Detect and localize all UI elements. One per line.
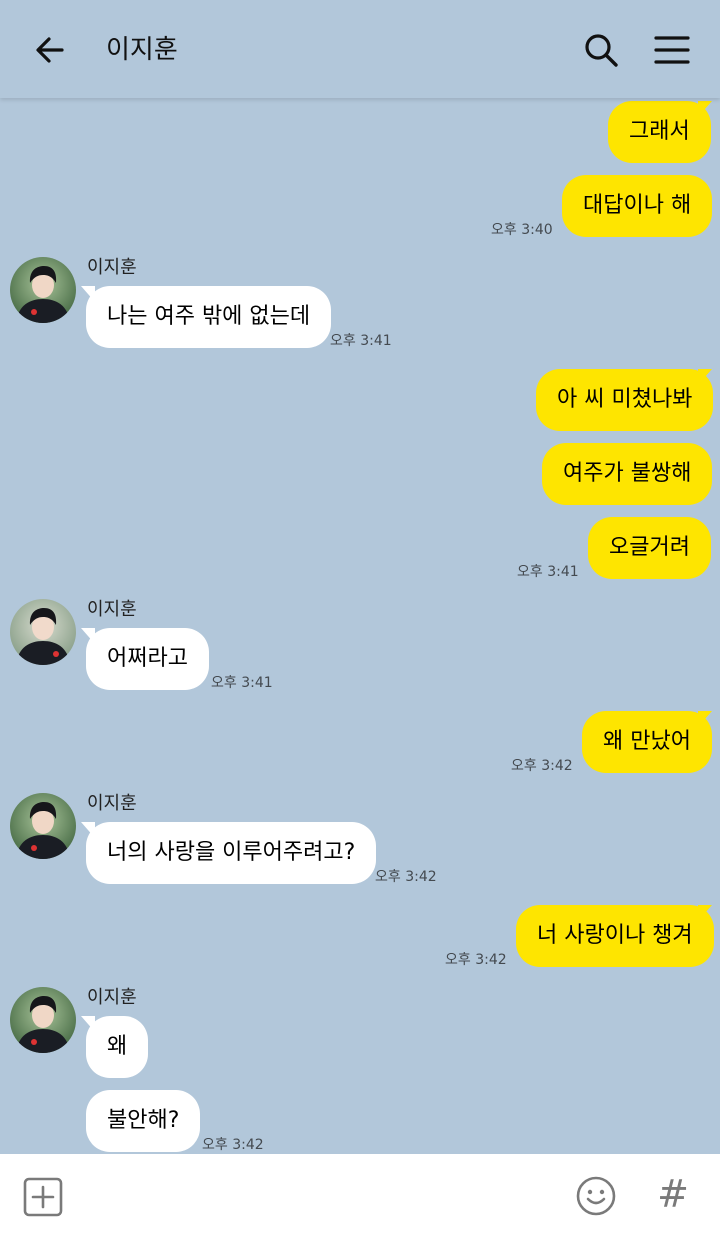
arrow-left-icon[interactable]	[30, 30, 70, 70]
smiley-icon[interactable]	[574, 1174, 618, 1218]
my-message-bubble[interactable]: 왜 만났어	[582, 711, 712, 773]
chat-title: 이지훈	[106, 35, 178, 65]
message-text: 너의 사랑을 이루어주려고?	[107, 840, 356, 865]
my-message-bubble[interactable]: 그래서	[608, 101, 711, 163]
hamburger-menu-icon[interactable]	[652, 30, 692, 70]
avatar[interactable]	[10, 793, 76, 859]
their-message-bubble[interactable]: 너의 사랑을 이루어주려고?	[86, 822, 377, 884]
message-text: 불안해?	[107, 1108, 180, 1133]
search-icon[interactable]	[581, 30, 621, 70]
plus-square-icon[interactable]	[22, 1176, 64, 1218]
message-time: 오후 3:42	[445, 952, 507, 968]
my-message-bubble[interactable]: 여주가 불쌍해	[542, 443, 713, 505]
my-message-bubble[interactable]: 아 씨 미쳤나봐	[536, 369, 714, 431]
message-time: 오후 3:42	[202, 1137, 264, 1153]
sender-name: 이지훈	[87, 987, 137, 1008]
message-time: 오후 3:42	[375, 869, 437, 885]
message-text: 나는 여주 밖에 없는데	[107, 304, 311, 329]
my-message-bubble[interactable]: 대답이나 해	[562, 175, 713, 237]
input-bar[interactable]: #	[0, 1154, 720, 1238]
message-text: 어쩌라고	[107, 646, 188, 671]
sender-name: 이지훈	[87, 599, 137, 620]
message-time: 오후 3:41	[517, 564, 579, 580]
their-message-bubble[interactable]: 불안해?	[86, 1090, 201, 1152]
chat-header: 이지훈	[0, 0, 720, 98]
their-message-bubble[interactable]: 어쩌라고	[86, 628, 209, 690]
my-message-bubble[interactable]: 오글거려	[588, 517, 711, 579]
their-message-bubble[interactable]: 나는 여주 밖에 없는데	[86, 286, 332, 348]
message-text: 왜	[107, 1034, 128, 1059]
message-list[interactable]: 그래서 대답이나 해 오후 3:40 이지훈 나는 여주 밖에 없는데 오후 3…	[0, 98, 720, 1154]
message-text: 너 사랑이나 챙겨	[537, 923, 693, 948]
avatar[interactable]	[10, 599, 76, 665]
message-text: 아 씨 미쳤나봐	[557, 387, 693, 412]
message-text: 왜 만났어	[603, 729, 691, 754]
message-time: 오후 3:41	[330, 333, 392, 349]
message-text: 오글거려	[609, 535, 690, 560]
message-text: 여주가 불쌍해	[563, 461, 692, 486]
my-message-bubble[interactable]: 너 사랑이나 챙겨	[516, 905, 714, 967]
sender-name: 이지훈	[87, 793, 137, 814]
message-time: 오후 3:42	[511, 758, 573, 774]
sender-name: 이지훈	[87, 257, 137, 278]
message-time: 오후 3:40	[491, 222, 553, 238]
their-message-bubble[interactable]: 왜	[86, 1016, 149, 1078]
avatar[interactable]	[10, 987, 76, 1053]
hashtag-search-button[interactable]: #	[655, 1170, 691, 1218]
message-text: 대답이나 해	[583, 193, 692, 218]
message-text: 그래서	[629, 119, 690, 144]
message-time: 오후 3:41	[211, 675, 273, 691]
avatar[interactable]	[10, 257, 76, 323]
